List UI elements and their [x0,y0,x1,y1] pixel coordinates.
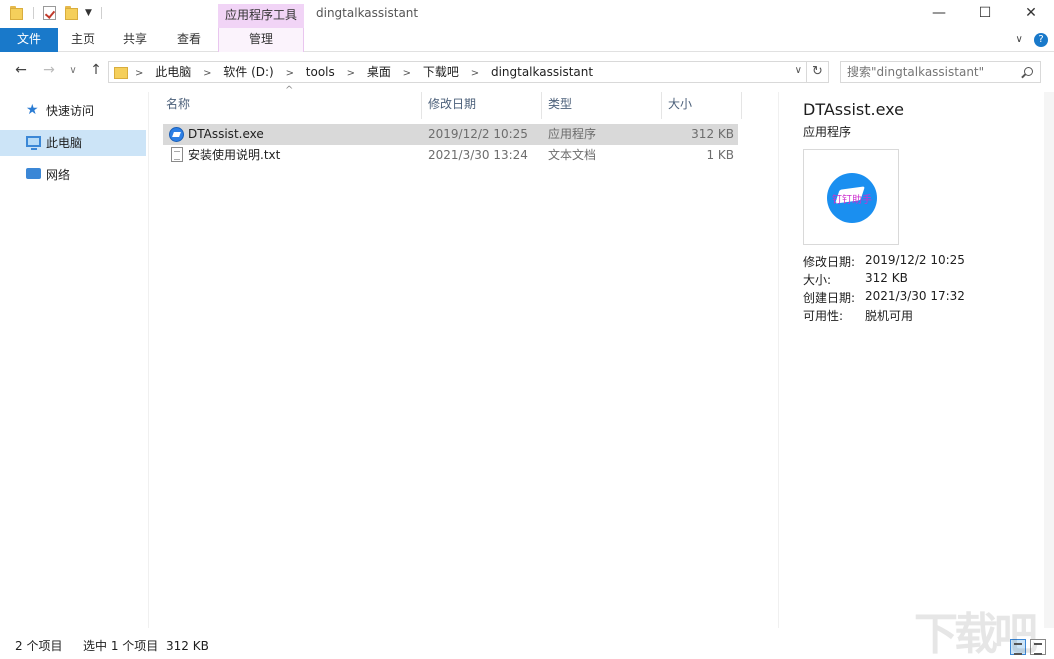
preview-thumbnail: 钉钉助手 [803,149,899,245]
breadcrumb-drive-d[interactable]: 软件 (D:) [223,65,273,79]
new-folder-icon[interactable] [65,6,78,20]
text-file-icon [171,147,183,162]
detail-value: 脱机可用 [865,307,913,324]
forward-icon[interactable]: → [40,62,58,78]
search-input[interactable] [847,64,1017,80]
detail-label: 大小: [803,271,831,288]
breadcrumb-separator[interactable]: > [403,68,411,79]
breadcrumb: > 此电脑 > 软件 (D:) > tools > 桌面 > 下载吧 > din… [135,62,601,82]
file-type: 应用程序 [548,124,596,145]
column-header-name[interactable]: 名称 [160,92,422,119]
status-item-count: 2 个项目 [15,635,62,657]
breadcrumb-tools[interactable]: tools [306,65,335,79]
sidebar-item-label: 网络 [46,168,70,182]
recent-locations-icon[interactable]: ∨ [64,65,82,76]
maximize-button[interactable]: ☐ [962,0,1008,28]
help-icon[interactable]: ? [1034,33,1048,47]
address-dropdown-icon[interactable]: ∨ [795,65,802,76]
up-icon[interactable]: ↑ [87,62,105,78]
folder-icon [114,65,128,79]
close-button[interactable]: ✕ [1008,0,1054,28]
file-size: 1 KB [706,145,734,166]
sidebar-item-label: 此电脑 [46,136,82,150]
details-pane: DTAssist.exe 应用程序 钉钉助手 修改日期: 2019/12/2 1… [778,92,1054,628]
file-row[interactable]: DTAssist.exe 2019/12/2 10:25 应用程序 312 KB [163,124,738,145]
breadcrumb-dingtalkassistant[interactable]: dingtalkassistant [491,65,593,79]
column-header-size[interactable]: 大小 [662,92,742,119]
sidebar-item-network[interactable]: 网络 [0,162,146,188]
tab-view[interactable]: 查看 [164,28,214,52]
folder-icon [10,6,23,20]
watermark: 下载吧 [914,598,1034,659]
tab-home[interactable]: 主页 [58,28,108,52]
refresh-button[interactable]: ↻ [807,61,829,83]
logo-text: 钉钉助手 [827,191,877,206]
vertical-scrollbar[interactable] [1044,92,1054,628]
status-bar: 2 个项目 选中 1 个项目 312 KB [0,635,1054,659]
status-selection: 选中 1 个项目 [83,635,158,657]
properties-icon[interactable] [43,6,56,20]
navigation-pane: ★ 快速访问 此电脑 网络 [0,92,148,628]
file-name: DTAssist.exe [188,124,264,145]
tab-file[interactable]: 文件 [0,28,58,52]
exe-icon [169,127,184,142]
breadcrumb-this-pc[interactable]: 此电脑 [155,65,191,79]
detail-value: 2019/12/2 10:25 [865,253,965,267]
quick-access-separator [33,7,34,19]
expand-ribbon-icon[interactable]: ∨ [1015,34,1022,45]
ribbon-tools: ∨ ? [1015,33,1048,47]
preview-title: DTAssist.exe [803,100,904,119]
breadcrumb-separator[interactable]: > [135,68,143,79]
breadcrumb-separator[interactable]: > [347,68,355,79]
customize-toolbar-icon[interactable]: ▼ [85,8,92,18]
breadcrumb-downloads[interactable]: 下载吧 [423,65,459,79]
file-type: 文本文档 [548,145,596,166]
minimize-button[interactable]: — [916,0,962,28]
title-bar: ▼ 应用程序工具 dingtalkassistant — ☐ ✕ [0,0,1054,28]
context-tab-group-label: 应用程序工具 [218,4,304,28]
file-row[interactable]: 安装使用说明.txt 2021/3/30 13:24 文本文档 1 KB [163,145,738,166]
breadcrumb-separator[interactable]: > [203,68,211,79]
tab-share[interactable]: 共享 [110,28,160,52]
column-header-modified[interactable]: 修改日期 [422,92,542,119]
detail-value: 2021/3/30 17:32 [865,289,965,303]
dingtalk-logo-icon: 钉钉助手 [827,173,877,223]
address-bar[interactable]: > 此电脑 > 软件 (D:) > tools > 桌面 > 下载吧 > din… [108,61,807,83]
preview-type: 应用程序 [803,123,851,140]
star-icon: ★ [26,104,41,117]
status-selection-size: 312 KB [166,635,209,657]
back-icon[interactable]: ← [12,62,30,78]
sidebar-item-this-pc[interactable]: 此电脑 [0,130,146,156]
detail-label: 创建日期: [803,289,855,306]
file-size: 312 KB [691,124,734,145]
file-modified: 2019/12/2 10:25 [428,124,528,145]
breadcrumb-desktop[interactable]: 桌面 [367,65,391,79]
pane-divider [148,92,149,628]
tab-manage[interactable]: 管理 [218,28,304,52]
network-icon [26,168,41,179]
ribbon-tabs: 文件 主页 共享 查看 管理 [0,28,1054,52]
window-title: dingtalkassistant [316,6,418,20]
column-header-type[interactable]: 类型 [542,92,662,119]
detail-value: 312 KB [865,271,908,285]
search-icon[interactable] [1024,67,1033,76]
file-modified: 2021/3/30 13:24 [428,145,528,166]
breadcrumb-separator[interactable]: > [471,68,479,79]
detail-label: 可用性: [803,307,843,324]
search-box[interactable] [840,61,1041,83]
file-name: 安装使用说明.txt [188,145,280,166]
sidebar-item-label: 快速访问 [46,104,94,118]
breadcrumb-separator[interactable]: > [286,68,294,79]
sidebar-item-quick-access[interactable]: ★ 快速访问 [0,98,146,124]
quick-access-separator [101,7,102,19]
computer-icon [26,136,41,147]
detail-label: 修改日期: [803,253,855,270]
